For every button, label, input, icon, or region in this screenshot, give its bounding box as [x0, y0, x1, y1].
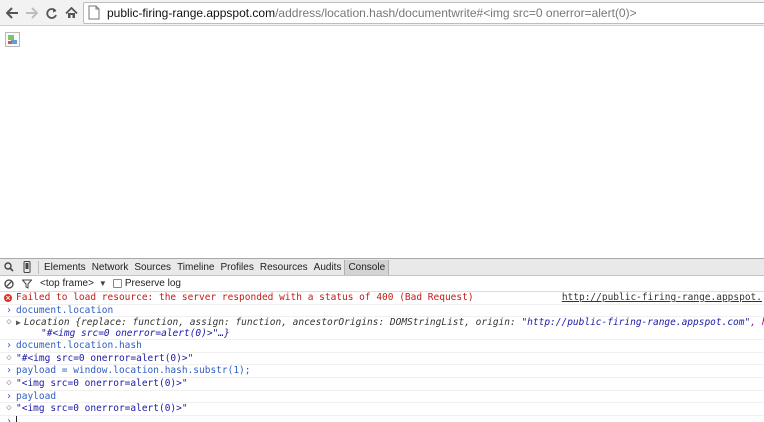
console-result-row: ◇ "<img src=0 onerror=alert(0)>" [0, 378, 764, 391]
page-icon [88, 5, 102, 21]
console-input-row: › payload [0, 391, 764, 404]
device-mode-icon[interactable] [18, 259, 36, 275]
result-marker-icon: ◇ [6, 377, 12, 388]
url-path: /address/location.hash/documentwrite#<im… [275, 6, 637, 20]
result-marker-icon: ◇ [6, 317, 12, 328]
location-body: {replace: function, assign: function, an… [69, 317, 522, 329]
preserve-log-label: Preserve log [124, 278, 181, 289]
input-chevron-icon: › [5, 304, 13, 316]
input-chevron-icon: › [5, 340, 13, 352]
tab-network[interactable]: Network [89, 260, 132, 275]
result-marker-icon: ◇ [6, 403, 12, 414]
location-hash-value: "#<img src=0 onerror=alert(0)>"…} [41, 328, 230, 340]
devtools-tabbar: Elements Network Sources Timeline Profil… [0, 259, 764, 276]
location-name: Location [23, 317, 70, 329]
preserve-log-checkbox[interactable] [112, 279, 122, 288]
prompt-chevron-icon: › [5, 415, 13, 422]
toolbar-divider [38, 260, 39, 274]
console-error-row: × Failed to load resource: the server re… [0, 292, 764, 305]
devtools-panel: Elements Network Sources Timeline Profil… [0, 258, 764, 422]
tab-timeline[interactable]: Timeline [174, 260, 217, 275]
tab-audits[interactable]: Audits [311, 260, 345, 275]
console-input-row: › document.location [0, 305, 764, 318]
console-result: "<img src=0 onerror=alert(0)>" [16, 377, 188, 389]
frame-selector-label: <top frame> [40, 278, 94, 289]
location-object[interactable]: ▶ Location {replace: function, assign: fu… [16, 317, 764, 328]
console-command: payload [16, 390, 57, 402]
text-caret [16, 416, 17, 422]
console-command: document.location [16, 304, 114, 316]
url-host: public-firing-range.appspot.com [107, 6, 276, 20]
hash-key: , hash: [750, 317, 764, 329]
console-command: payload = window.location.hash.substr(1)… [16, 365, 251, 377]
browser-toolbar: public-firing-range.appspot.com/address/… [0, 0, 764, 26]
console-messages: × Failed to load resource: the server re… [0, 292, 764, 422]
console-command: document.location.hash [16, 340, 142, 352]
console-input-row: › document.location.hash [0, 340, 764, 353]
home-icon[interactable] [62, 3, 80, 23]
broken-image-icon [5, 32, 20, 47]
input-chevron-icon: › [5, 365, 13, 377]
error-icon: × [4, 294, 12, 302]
error-source-link[interactable]: http://public-firing-range.appspot. [557, 292, 762, 304]
result-marker-icon: ◇ [6, 352, 12, 363]
tab-profiles[interactable]: Profiles [217, 260, 256, 275]
console-result-row: ◇ "#<img src=0 onerror=alert(0)>" [0, 353, 764, 366]
clear-console-icon[interactable] [0, 276, 18, 292]
tab-elements[interactable]: Elements [41, 260, 89, 275]
console-result: "<img src=0 onerror=alert(0)>" [16, 403, 188, 415]
tab-console[interactable]: Console [344, 259, 390, 275]
page-viewport [0, 27, 764, 259]
filter-icon[interactable] [18, 276, 36, 292]
console-result-row: ◇ "<img src=0 onerror=alert(0)>" [0, 403, 764, 416]
frame-selector[interactable]: <top frame> ▼ [40, 278, 113, 289]
address-bar[interactable]: public-firing-range.appspot.com/address/… [83, 2, 764, 24]
console-prompt[interactable]: › [0, 416, 764, 422]
tab-sources[interactable]: Sources [131, 260, 174, 275]
console-result-row: ◇ ▶ Location {replace: function, assign: … [0, 317, 764, 341]
location-continuation: "#<img src=0 onerror=alert(0)>"…} [16, 328, 764, 339]
origin-value: "http://public-firing-range.appspot.com" [521, 317, 751, 329]
console-input-row: › payload = window.location.hash.substr(… [0, 365, 764, 378]
forward-arrow-icon[interactable] [22, 3, 40, 23]
reload-icon[interactable] [42, 3, 60, 23]
error-message: Failed to load resource: the server resp… [16, 292, 474, 303]
dropdown-arrow-icon: ▼ [98, 279, 107, 288]
back-arrow-icon[interactable] [3, 3, 21, 23]
input-chevron-icon: › [5, 390, 13, 402]
inspect-search-icon[interactable] [0, 259, 18, 275]
url-text: public-firing-range.appspot.com/address/… [107, 6, 637, 20]
expand-triangle-icon[interactable]: ▶ [16, 318, 21, 327]
console-toolbar: <top frame> ▼ Preserve log [0, 276, 764, 292]
tab-resources[interactable]: Resources [257, 260, 311, 275]
console-result: "#<img src=0 onerror=alert(0)>" [16, 352, 194, 364]
